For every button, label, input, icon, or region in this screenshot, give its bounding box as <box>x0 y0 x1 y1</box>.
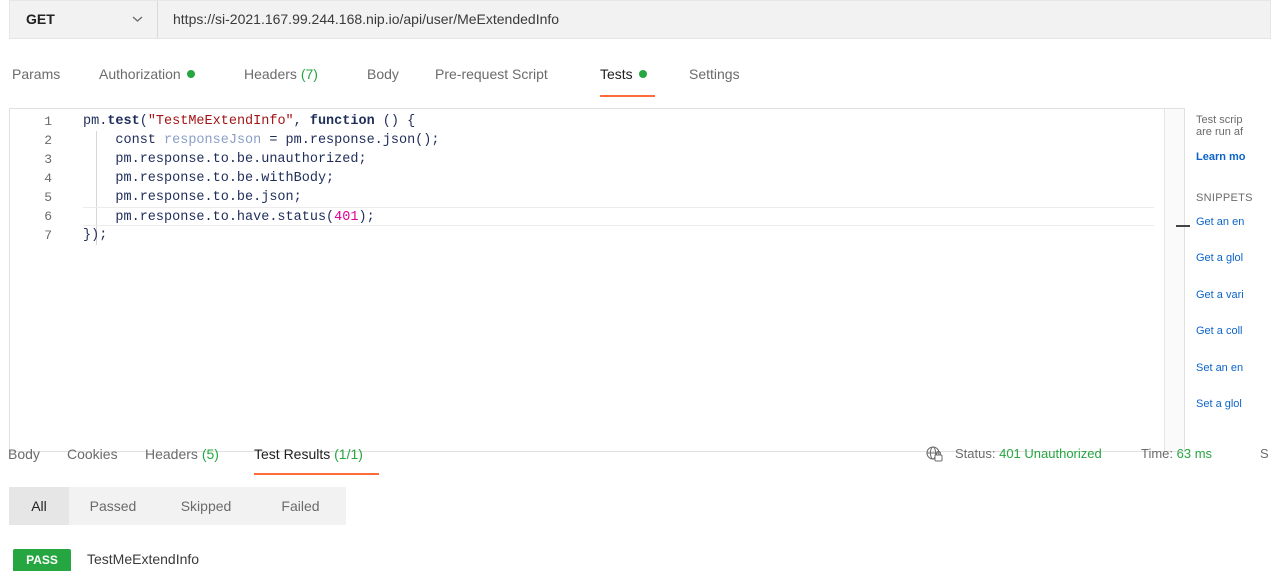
code-area[interactable]: pm.test("TestMeExtendInfo", function () … <box>83 112 1154 245</box>
tab-authorization[interactable]: Authorization <box>99 66 195 82</box>
chevron-down-icon <box>132 16 143 22</box>
status-value[interactable]: 401 Unauthorized <box>999 446 1102 461</box>
line-number: 5 <box>44 190 52 205</box>
code-line: const responseJson = pm.response.json(); <box>115 133 440 148</box>
filter-skipped-button[interactable]: Skipped <box>157 487 255 525</box>
response-status: Status: 401 Unauthorized <box>955 446 1102 461</box>
snippet-link[interactable]: Set a glol <box>1196 398 1242 410</box>
tab-settings[interactable]: Settings <box>689 66 740 82</box>
status-dot-icon <box>186 70 195 78</box>
url-input[interactable]: https://si-2021.167.99.244.168.nip.io/ap… <box>173 11 559 27</box>
response-time: Time: 63 ms <box>1141 446 1213 461</box>
snippet-link[interactable]: Get a vari <box>1196 289 1244 301</box>
snippet-link[interactable]: Get a coll <box>1196 325 1242 337</box>
snippets-panel: Test scrip are run af Learn mo SNIPPETS … <box>1196 108 1271 452</box>
test-script-editor[interactable]: 1 2 3 4 5 6 7 pm.test("TestMeExtendInfo"… <box>9 108 1190 452</box>
snippet-link[interactable]: Set an en <box>1196 362 1243 374</box>
globe-icon[interactable] <box>925 445 943 463</box>
time-value[interactable]: 63 ms <box>1177 446 1212 461</box>
line-number: 1 <box>44 114 52 129</box>
test-result-filters: All Passed Skipped Failed <box>9 487 346 525</box>
tab-response-headers[interactable]: Headers (5) <box>145 446 219 462</box>
pass-badge: PASS <box>13 549 71 571</box>
code-line: pm.response.to.be.json; <box>83 190 302 205</box>
line-number: 3 <box>44 152 52 167</box>
line-number: 6 <box>44 209 52 224</box>
tab-body[interactable]: Body <box>367 66 399 82</box>
response-size: S <box>1260 446 1269 461</box>
line-number: 4 <box>44 171 52 186</box>
code-line: pm.test("TestMeExtendInfo", function () … <box>83 114 416 129</box>
tab-params[interactable]: Params <box>12 66 60 82</box>
request-url-bar: GET https://si-2021.167.99.244.168.nip.i… <box>9 0 1271 39</box>
code-line: }); <box>83 228 108 243</box>
filter-failed-button[interactable]: Failed <box>255 487 346 525</box>
snippets-heading: SNIPPETS <box>1196 192 1253 204</box>
line-number-gutter: 1 2 3 4 5 6 7 <box>10 112 60 245</box>
active-tab-indicator <box>600 95 655 97</box>
response-tabs: Body Cookies Headers (5) Test Results (1… <box>8 442 1271 478</box>
tab-tests[interactable]: Tests <box>600 66 647 82</box>
snippet-link[interactable]: Get an en <box>1196 216 1244 228</box>
filter-passed-button[interactable]: Passed <box>69 487 157 525</box>
learn-more-link[interactable]: Learn mo <box>1196 151 1246 163</box>
cursor-position-marker <box>1176 225 1190 227</box>
tab-cookies[interactable]: Cookies <box>67 446 118 462</box>
tab-headers[interactable]: Headers (7) <box>244 66 318 82</box>
tab-test-results[interactable]: Test Results (1/1) <box>254 446 363 462</box>
active-tab-indicator <box>254 473 379 475</box>
method-selector[interactable]: GET <box>10 1 157 38</box>
status-dot-icon <box>638 70 647 78</box>
code-line-current: pm.response.to.have.status(401); <box>83 207 1154 226</box>
editor-scrollbar[interactable] <box>1164 109 1184 451</box>
snippet-link[interactable]: Get a glol <box>1196 252 1243 264</box>
method-label: GET <box>26 11 55 27</box>
line-number: 7 <box>44 228 52 243</box>
code-line: pm.response.to.be.withBody; <box>83 171 335 186</box>
tab-pre-request-script[interactable]: Pre-request Script <box>435 66 548 82</box>
snippets-description: Test scrip are run af <box>1196 114 1244 138</box>
test-result-name: TestMeExtendInfo <box>87 551 200 567</box>
tab-response-body[interactable]: Body <box>8 446 40 462</box>
line-number: 2 <box>44 133 52 148</box>
url-divider <box>157 1 158 38</box>
code-line: pm.response.to.be.unauthorized; <box>83 152 367 167</box>
filter-all-button[interactable]: All <box>9 487 69 525</box>
